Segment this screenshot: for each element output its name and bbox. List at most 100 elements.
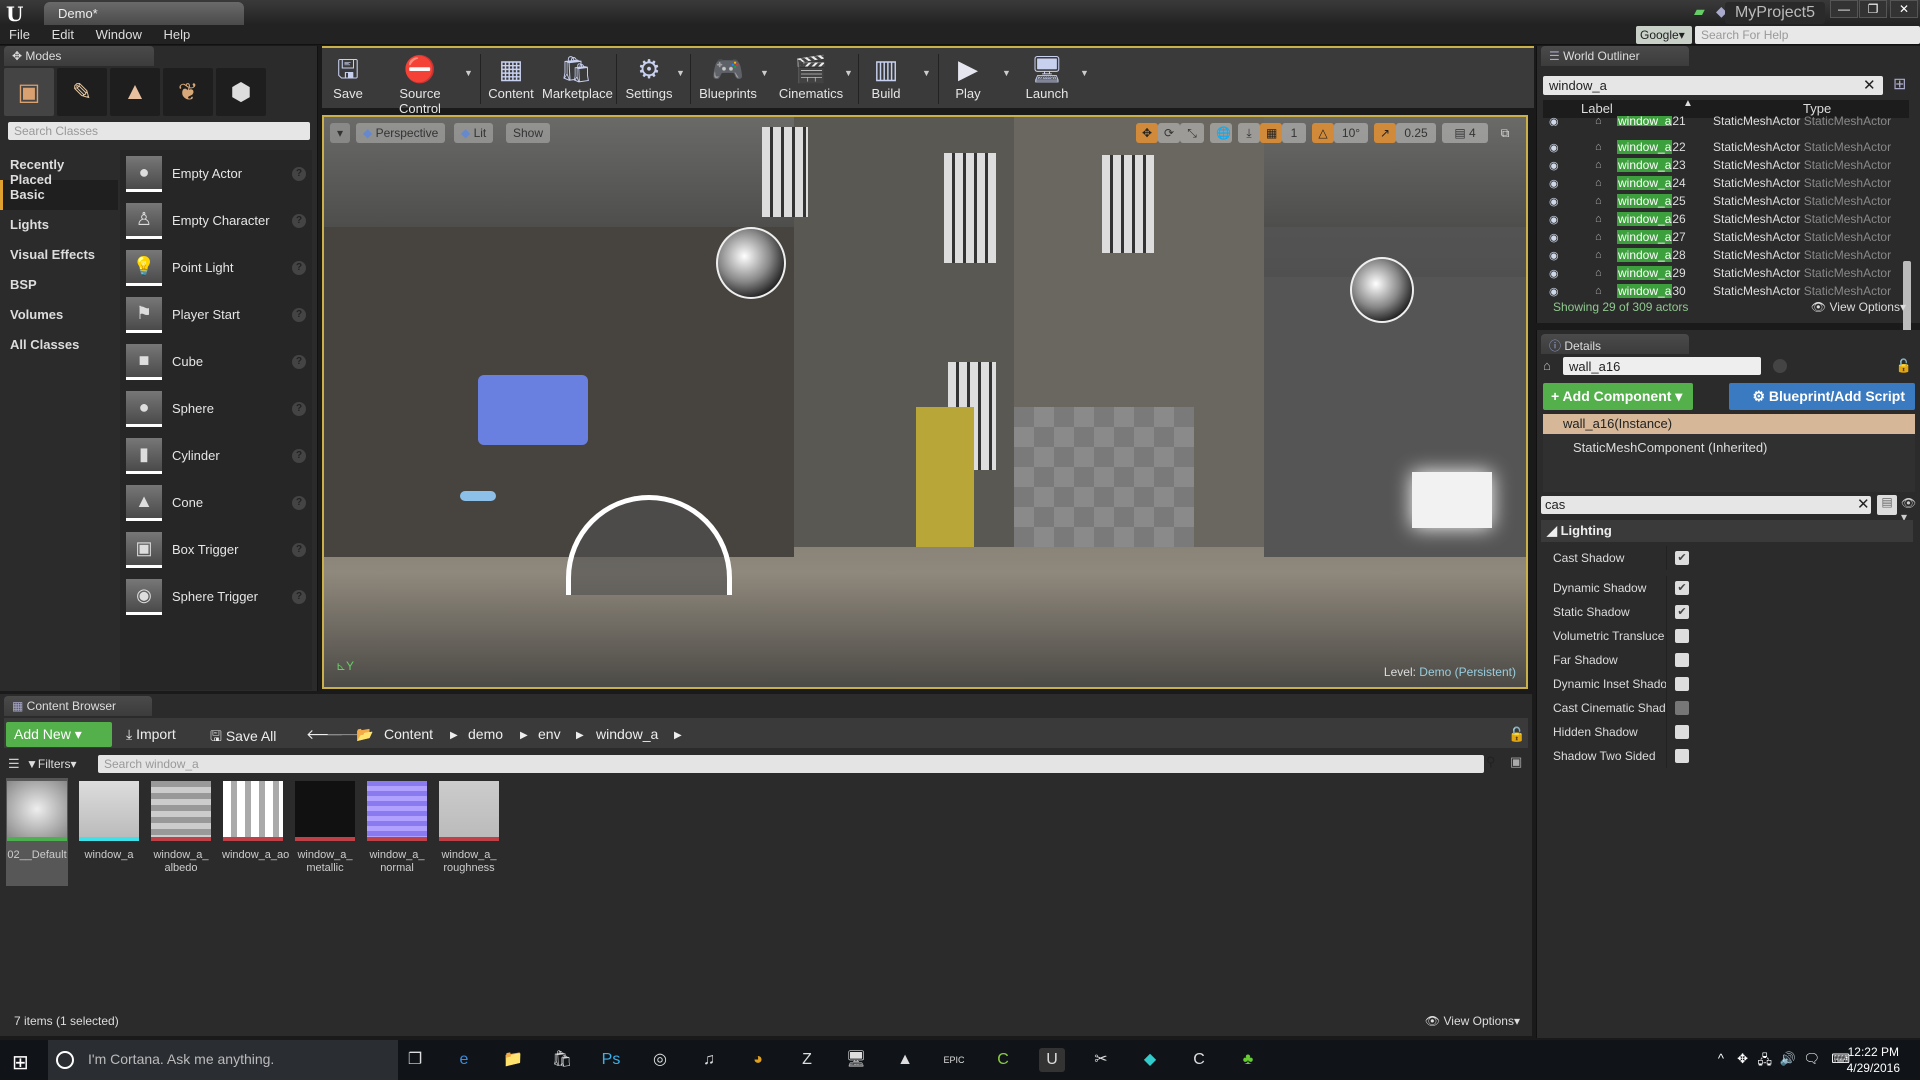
lock-icon[interactable]: 🔓 (1896, 358, 1912, 374)
class-item-player-start[interactable]: ⚑ Player Start? (120, 291, 312, 338)
category-recently-placed[interactable]: Recently Placed (0, 150, 118, 187)
world-space-icon[interactable]: 🌐 (1210, 123, 1232, 143)
category-volumes[interactable]: Volumes (0, 300, 118, 330)
level-document-tab[interactable]: Demo* (44, 2, 244, 25)
class-item-point-light[interactable]: 💡 Point Light? (120, 244, 312, 291)
search-classes-input[interactable]: Search Classes (8, 122, 310, 140)
outliner-row[interactable]: ◉ ⌂ window_a21 StaticMeshActor StaticMeshAc… (1543, 116, 1903, 126)
breadcrumb-content[interactable]: Content (384, 726, 433, 742)
scale-mode-icon[interactable]: ⤡ (1180, 123, 1204, 143)
window-mesh[interactable] (762, 127, 808, 217)
maximize-button[interactable]: ❐ (1859, 0, 1887, 18)
level-viewport[interactable]: ▾ ◆ Perspective ◆ Lit Show ✥ ⟳ ⤡ 🌐 ⤓ ▦ 1… (322, 115, 1528, 689)
outliner-row[interactable]: ◉ ⌂ window_a29 StaticMeshActor StaticMeshAc… (1543, 264, 1903, 282)
chat-icon[interactable]: ▰ (1694, 3, 1710, 19)
place-mode-icon[interactable]: ▣ (4, 68, 54, 116)
translate-mode-icon[interactable]: ✥ (1136, 123, 1158, 143)
rotate-mode-icon[interactable]: ⟳ (1158, 123, 1180, 143)
blueprints-button[interactable]: 🎮 Blueprints (698, 52, 758, 108)
class-item-cone[interactable]: ▲ Cone? (120, 479, 312, 526)
network-icon[interactable]: 🖧 (1758, 1051, 1773, 1073)
chrome-icon[interactable]: ◕ (745, 1048, 771, 1072)
launch-dropdown[interactable]: ▼ (1080, 68, 1089, 78)
window-mesh[interactable] (944, 153, 996, 263)
outliner-row[interactable]: ◉ ⌂ window_a23 StaticMeshActor StaticMeshAc… (1543, 156, 1903, 174)
app2-icon[interactable]: ◆ (1137, 1048, 1163, 1072)
blueprints-dropdown[interactable]: ▼ (760, 68, 769, 78)
launch-button[interactable]: 🖥 Launch (1022, 52, 1072, 108)
network-icon[interactable]: 🖥 (843, 1048, 869, 1072)
filters-dropdown[interactable]: ▼Filters▾ (26, 757, 77, 771)
minimize-button[interactable]: — (1830, 0, 1858, 18)
surface-snap-icon[interactable]: ⤓ (1238, 123, 1260, 143)
cinematics-dropdown[interactable]: ▼ (844, 68, 853, 78)
camtasia2-icon[interactable]: C (1186, 1048, 1212, 1072)
task-view-icon[interactable]: ❐ (402, 1048, 428, 1072)
scale-snap-value[interactable]: 0.25 (1396, 123, 1436, 143)
help-icon[interactable]: ? (292, 448, 306, 463)
source-control-button[interactable]: ⛔ Source Control (378, 52, 462, 116)
help-icon[interactable] (1773, 359, 1787, 373)
path-history-icon[interactable]: ▣ (1510, 754, 1522, 770)
settings-dropdown[interactable]: ▼ (676, 68, 685, 78)
photos-icon[interactable]: ▲ (892, 1048, 918, 1072)
help-search-input[interactable]: Search For Help (1695, 26, 1920, 44)
type-column-header[interactable]: Type (1803, 101, 1831, 116)
rotation-snap-icon[interactable]: △ (1312, 123, 1334, 143)
photoshop-icon[interactable]: Ps (598, 1048, 624, 1072)
visibility-eye-icon[interactable]: ◉ (1549, 249, 1563, 262)
camera-speed[interactable]: ▤ 4 (1442, 123, 1488, 143)
lock-icon[interactable]: 🔓 (1508, 726, 1525, 743)
create-folder-icon[interactable]: ⊞ (1893, 74, 1906, 94)
category-visual-effects[interactable]: Visual Effects (0, 240, 118, 270)
class-item-empty-character[interactable]: ♙ Empty Character? (120, 197, 312, 244)
system-clock[interactable]: 12:22 PM 4/29/2016 (1847, 1044, 1900, 1076)
property-checkbox[interactable]: ✔ (1675, 605, 1689, 619)
source-control-dropdown[interactable]: ▼ (464, 68, 473, 78)
content-view-options[interactable]: 👁 View Options▾ (1425, 1014, 1520, 1028)
help-icon[interactable]: ? (292, 354, 306, 369)
class-item-sphere[interactable]: ● Sphere? (120, 385, 312, 432)
content-browser-tab[interactable]: ▦ Content Browser (4, 696, 152, 716)
asset-tile[interactable]: window_a_ normal (366, 778, 428, 886)
visibility-eye-icon[interactable]: ◉ (1549, 267, 1563, 280)
breadcrumb-separator-icon[interactable]: ▶ (450, 730, 458, 741)
help-icon[interactable]: ? (292, 213, 306, 228)
visibility-eye-icon[interactable]: ◉ (1549, 141, 1563, 154)
menu-help[interactable]: Help (154, 25, 199, 44)
property-checkbox[interactable] (1675, 653, 1689, 667)
dropbox-icon[interactable]: ✥ (1737, 1051, 1748, 1067)
help-icon[interactable]: ? (292, 260, 306, 275)
asset-tile[interactable]: window_a_ albedo (150, 778, 212, 886)
visibility-eye-icon[interactable]: ◉ (1549, 116, 1563, 126)
unreal-icon[interactable]: U (1039, 1048, 1065, 1072)
property-checkbox[interactable] (1675, 677, 1689, 691)
details-tab[interactable]: ⓘ Details (1541, 334, 1689, 354)
save-all-button[interactable]: 🖫 Save All (210, 726, 276, 750)
play-button[interactable]: ▶ Play (948, 52, 988, 108)
visibility-eye-icon[interactable]: ◉ (1549, 231, 1563, 244)
search-engine-dropdown[interactable]: Google▾ (1636, 26, 1692, 44)
action-center-icon[interactable]: 🗨 (1803, 1051, 1820, 1067)
outliner-search-input[interactable]: window_a (1543, 76, 1883, 95)
property-checkbox[interactable] (1675, 749, 1689, 763)
help-icon[interactable]: ? (292, 542, 306, 557)
asset-tile[interactable]: 02__Default (6, 778, 68, 886)
edge-icon[interactable]: e (451, 1048, 477, 1072)
blueprint-add-script-button[interactable]: ⚙ Blueprint/Add Script (1729, 383, 1915, 410)
scale-snap-icon[interactable]: ↗ (1374, 123, 1396, 143)
class-item-cube[interactable]: ■ Cube? (120, 338, 312, 385)
store-icon[interactable]: 🛍 (549, 1048, 575, 1072)
outliner-view-options[interactable]: 👁 View Options▾ (1811, 300, 1906, 314)
geometry-mode-icon[interactable]: ⬢ (216, 68, 266, 116)
rotation-snap-value[interactable]: 10° (1334, 123, 1368, 143)
visibility-eye-icon[interactable]: ◉ (1549, 285, 1563, 298)
asset-tile[interactable]: window_a_ roughness (438, 778, 500, 886)
property-checkbox[interactable] (1675, 725, 1689, 739)
foliage-mode-icon[interactable]: ❦ (163, 68, 213, 116)
property-checkbox[interactable]: ✔ (1675, 581, 1689, 595)
breadcrumb-separator-icon[interactable]: ▶ (576, 730, 584, 741)
import-button[interactable]: ⤓ Import (126, 726, 176, 743)
sources-toggle-icon[interactable]: ☰ (8, 756, 20, 772)
cinematics-button[interactable]: 🎬 Cinematics (778, 52, 844, 108)
